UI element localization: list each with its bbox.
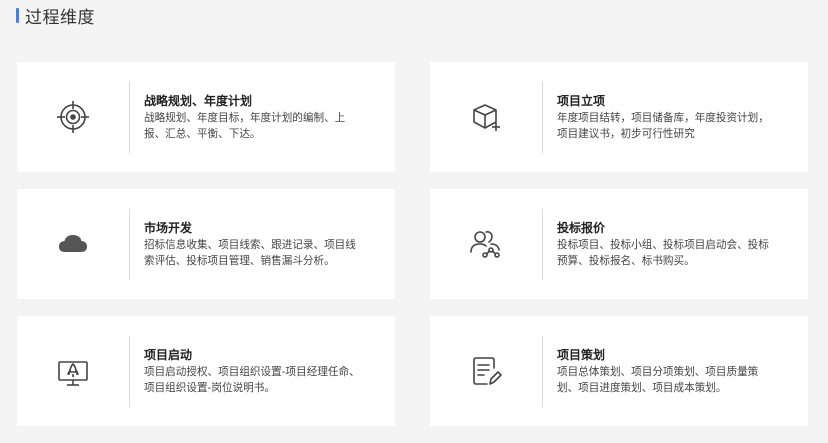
card-title: 项目立项 (557, 94, 606, 108)
card-divider (129, 82, 130, 153)
document-edit-icon (466, 351, 506, 391)
card-divider (129, 336, 130, 407)
cube-plus-icon (466, 97, 506, 137)
card-bidding-quotation[interactable]: 投标报价 投标项目、投标小组、投标项目启动会、投标预算、投标报名、标书购买。 (430, 189, 808, 299)
card-divider (542, 209, 543, 280)
monitor-rocket-icon (53, 351, 93, 391)
card-title: 战略规划、年度计划 (144, 94, 253, 108)
cloud-icon (53, 224, 93, 264)
section-header: 过程维度 (16, 4, 95, 28)
card-description: 战略规划、年度目标，年度计划的编制、上报、汇总、平衡、下达。 (144, 112, 346, 140)
card-market-development[interactable]: 市场开发 招标信息收集、项目线索、跟进记录、项目线索评估、投标项目管理、销售漏斗… (17, 189, 395, 299)
card-title: 项目启动 (144, 348, 193, 362)
card-description: 招标信息收集、项目线索、跟进记录、项目线索评估、投标项目管理、销售漏斗分析。 (144, 239, 356, 267)
card-project-planning[interactable]: 项目策划 项目总体策划、项目分项策划、项目质量策划、项目进度策划、项目成本策划。 (430, 316, 808, 426)
card-project-launch[interactable]: 项目启动 项目启动授权、项目组织设置-项目经理任命、项目组织设置-岗位说明书。 (17, 316, 395, 426)
card-title: 市场开发 (144, 221, 193, 235)
card-project-initiation[interactable]: 项目立项 年度项目结转，项目储备库，年度投资计划，项目建议书，初步可行性研究 (430, 62, 808, 172)
team-share-icon (466, 224, 506, 264)
card-divider (129, 209, 130, 280)
card-title: 投标报价 (557, 221, 606, 235)
card-divider (542, 82, 543, 153)
card-strategic-planning[interactable]: 战略规划、年度计划 战略规划、年度目标，年度计划的编制、上报、汇总、平衡、下达。 (17, 62, 395, 172)
card-description: 年度项目结转，项目储备库，年度投资计划，项目建议书，初步可行性研究 (557, 112, 769, 140)
card-divider (542, 336, 543, 407)
card-description: 投标项目、投标小组、投标项目启动会、投标预算、投标报名、标书购买。 (557, 239, 769, 267)
card-description: 项目总体策划、项目分项策划、项目质量策划、项目进度策划、项目成本策划。 (557, 366, 759, 394)
accent-bar (16, 7, 19, 23)
target-icon (53, 97, 93, 137)
card-description: 项目启动授权、项目组织设置-项目经理任命、项目组织设置-岗位说明书。 (144, 366, 360, 394)
section-title: 过程维度 (25, 7, 95, 28)
card-title: 项目策划 (557, 348, 606, 362)
